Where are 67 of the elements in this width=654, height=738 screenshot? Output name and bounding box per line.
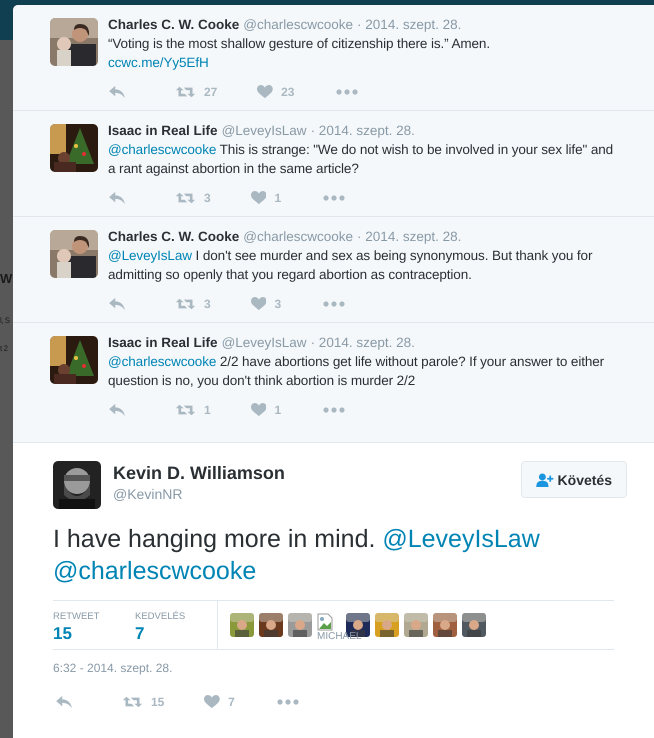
retweet-count: 3 [204, 297, 211, 311]
tweet-text: I have hanging more in mind. @LeveyIsLaw @charlescwcooke [53, 524, 541, 587]
more-icon[interactable] [276, 699, 299, 705]
more-icon[interactable] [336, 89, 358, 95]
user-handle[interactable]: @LeveyIsLaw [222, 123, 307, 138]
tweet-timestamp: 6:32 - 2014. szept. 28. [53, 661, 174, 675]
tweet-date[interactable]: · 2014. szept. 28. [357, 229, 462, 244]
tweet-text: @charlescwcooke This is strange: "We do not wish to be involved in your sex life" and a rant against abortion in the same article? [108, 141, 614, 178]
reply-icon[interactable] [108, 403, 126, 417]
like-count: 23 [281, 85, 294, 99]
retweet-icon[interactable] [175, 403, 196, 417]
follow-button[interactable]: Követés [520, 461, 627, 498]
tweet-text: @LeveyIsLaw I don't see murder and sex as being synonymous. But thank you for admitting so openly that you regard abortion as contraception. [108, 247, 594, 284]
stat-value[interactable]: 7 [135, 624, 217, 644]
user-name[interactable]: Charles C. W. Cooke [108, 17, 240, 32]
user-name[interactable]: Isaac in Real Life [108, 335, 218, 350]
background-text: t 2 [0, 344, 8, 354]
add-user-icon [536, 472, 554, 486]
retweet-count: 27 [204, 85, 218, 99]
tweet-text: “Voting is the most shallow gesture of citizenship there is.” Amen. ccwc.me/Yy5EfH [108, 35, 491, 72]
reply-icon[interactable] [108, 297, 126, 311]
retweet-icon[interactable] [175, 191, 196, 205]
mention-link[interactable]: @charlescwcooke [53, 557, 256, 585]
tweet-date[interactable]: · 2014. szept. 28. [357, 17, 462, 32]
reply-icon[interactable] [108, 191, 126, 205]
more-icon[interactable] [323, 195, 346, 201]
user-handle[interactable]: @KevinNR [113, 486, 285, 502]
like-count: 1 [274, 403, 282, 417]
heart-icon[interactable] [250, 297, 266, 311]
user-name[interactable]: Kevin D. Williamson [113, 463, 285, 484]
retweet-count: 3 [204, 191, 211, 205]
stat-label: KEDVELÉS [135, 611, 186, 622]
user-handle[interactable]: @charlescwcooke [243, 229, 354, 244]
retweet-icon[interactable] [122, 695, 143, 709]
tweet-date[interactable]: · 2014. szept. 28. [310, 335, 415, 350]
more-icon[interactable] [323, 407, 346, 413]
retweet-icon[interactable] [175, 297, 196, 311]
reply-icon[interactable] [108, 85, 126, 99]
retweet-count: 15 [151, 695, 164, 709]
stat-value[interactable]: 15 [53, 624, 135, 644]
background-text: W [0, 270, 13, 288]
retweet-icon[interactable] [175, 85, 196, 99]
mention-link[interactable]: @LeveyIsLaw [382, 525, 540, 553]
mention-link[interactable]: @charlescwcooke [108, 142, 216, 157]
heart-icon[interactable] [250, 403, 266, 417]
tweet-link[interactable]: ccwc.me/Yy5EfH [108, 53, 209, 72]
tweet-date[interactable]: · 2014. szept. 28. [310, 123, 415, 138]
heart-icon[interactable] [204, 695, 220, 709]
heart-icon[interactable] [257, 85, 274, 99]
tweet-text: @charlescwcooke 2/2 have abortions get life without parole? If your answer to either question is no, you don't think abortion is murder 2/2 [108, 353, 606, 390]
like-count: 7 [228, 695, 235, 709]
user-name[interactable]: Isaac in Real Life [108, 123, 218, 138]
image-alt-text: MICHAEL [317, 631, 362, 642]
broken-image-icon [317, 613, 333, 631]
heart-icon[interactable] [250, 191, 266, 205]
mention-link[interactable]: @LeveyIsLaw [108, 248, 192, 263]
user-name[interactable]: Charles C. W. Cooke [108, 229, 240, 244]
background-text: l, S [0, 316, 11, 326]
mention-link[interactable]: @charlescwcooke [108, 354, 216, 369]
user-handle[interactable]: @LeveyIsLaw [222, 335, 307, 350]
like-count: 3 [274, 297, 282, 311]
reply-icon[interactable] [55, 695, 73, 709]
stat-label: RETWEET [53, 611, 100, 622]
retweet-count: 1 [204, 403, 211, 417]
like-count: 1 [274, 191, 282, 205]
user-handle[interactable]: @charlescwcooke [243, 17, 354, 32]
more-icon[interactable] [323, 301, 346, 307]
